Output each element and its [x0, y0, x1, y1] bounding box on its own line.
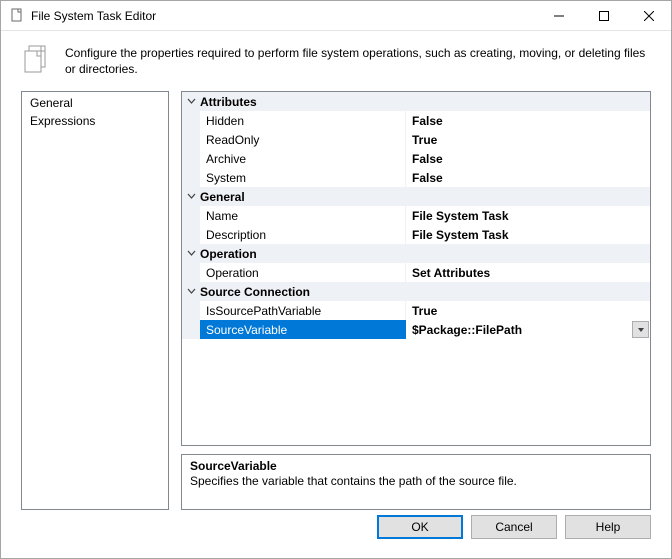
property-value[interactable]: Set Attributes: [406, 263, 650, 282]
cancel-button[interactable]: Cancel: [471, 515, 557, 539]
property-grid[interactable]: AttributesHiddenFalseReadOnlyTrueArchive…: [181, 91, 651, 446]
property-name: ReadOnly: [200, 130, 406, 149]
close-button[interactable]: [626, 1, 671, 30]
header-description: Configure the properties required to per…: [65, 43, 651, 77]
property-value[interactable]: False: [406, 111, 650, 130]
row-gutter: [182, 320, 200, 339]
property-name: SourceVariable: [200, 320, 406, 339]
row-gutter: [182, 149, 200, 168]
chevron-down-icon[interactable]: [182, 97, 200, 106]
row-gutter: [182, 225, 200, 244]
category-label: General: [200, 190, 650, 204]
category-header[interactable]: Source Connection: [182, 282, 650, 301]
chevron-down-icon[interactable]: [182, 287, 200, 296]
property-row[interactable]: ArchiveFalse: [182, 149, 650, 168]
window-title: File System Task Editor: [31, 9, 536, 23]
property-row[interactable]: NameFile System Task: [182, 206, 650, 225]
property-row[interactable]: DescriptionFile System Task: [182, 225, 650, 244]
property-value[interactable]: File System Task: [406, 206, 650, 225]
nav-panel: General Expressions: [21, 91, 169, 510]
ok-button[interactable]: OK: [377, 515, 463, 539]
row-gutter: [182, 206, 200, 225]
task-icon: [21, 43, 53, 75]
nav-item-expressions[interactable]: Expressions: [22, 112, 168, 130]
right-column: AttributesHiddenFalseReadOnlyTrueArchive…: [181, 91, 651, 510]
body: General Expressions AttributesHiddenFals…: [1, 91, 671, 510]
footer: OK Cancel Help: [1, 510, 671, 558]
property-value[interactable]: $Package::FilePath: [406, 320, 650, 339]
nav-item-general[interactable]: General: [22, 94, 168, 112]
category-header[interactable]: Operation: [182, 244, 650, 263]
dialog-window: File System Task Editor Configure the pr…: [0, 0, 672, 559]
chevron-down-icon[interactable]: [182, 249, 200, 258]
titlebar: File System Task Editor: [1, 1, 671, 31]
category-label: Attributes: [200, 95, 650, 109]
property-row[interactable]: SystemFalse: [182, 168, 650, 187]
property-value[interactable]: True: [406, 301, 650, 320]
chevron-down-icon[interactable]: [182, 192, 200, 201]
header: Configure the properties required to per…: [1, 31, 671, 91]
row-gutter: [182, 263, 200, 282]
row-gutter: [182, 301, 200, 320]
property-value[interactable]: True: [406, 130, 650, 149]
property-row[interactable]: SourceVariable$Package::FilePath: [182, 320, 650, 339]
category-label: Operation: [200, 247, 650, 261]
minimize-button[interactable]: [536, 1, 581, 30]
property-value[interactable]: File System Task: [406, 225, 650, 244]
property-row[interactable]: HiddenFalse: [182, 111, 650, 130]
property-value[interactable]: False: [406, 149, 650, 168]
row-gutter: [182, 130, 200, 149]
description-panel: SourceVariable Specifies the variable th…: [181, 454, 651, 510]
app-icon: [9, 8, 25, 24]
category-header[interactable]: Attributes: [182, 92, 650, 111]
property-name: Archive: [200, 149, 406, 168]
property-name: Hidden: [200, 111, 406, 130]
property-value[interactable]: False: [406, 168, 650, 187]
property-name: Operation: [200, 263, 406, 282]
category-header[interactable]: General: [182, 187, 650, 206]
property-name: Name: [200, 206, 406, 225]
row-gutter: [182, 111, 200, 130]
description-text: Specifies the variable that contains the…: [190, 474, 642, 488]
maximize-button[interactable]: [581, 1, 626, 30]
property-row[interactable]: IsSourcePathVariableTrue: [182, 301, 650, 320]
property-name: Description: [200, 225, 406, 244]
property-name: System: [200, 168, 406, 187]
property-row[interactable]: OperationSet Attributes: [182, 263, 650, 282]
category-label: Source Connection: [200, 285, 650, 299]
property-name: IsSourcePathVariable: [200, 301, 406, 320]
description-title: SourceVariable: [190, 459, 642, 473]
help-button[interactable]: Help: [565, 515, 651, 539]
property-row[interactable]: ReadOnlyTrue: [182, 130, 650, 149]
row-gutter: [182, 168, 200, 187]
dropdown-button[interactable]: [632, 321, 649, 338]
